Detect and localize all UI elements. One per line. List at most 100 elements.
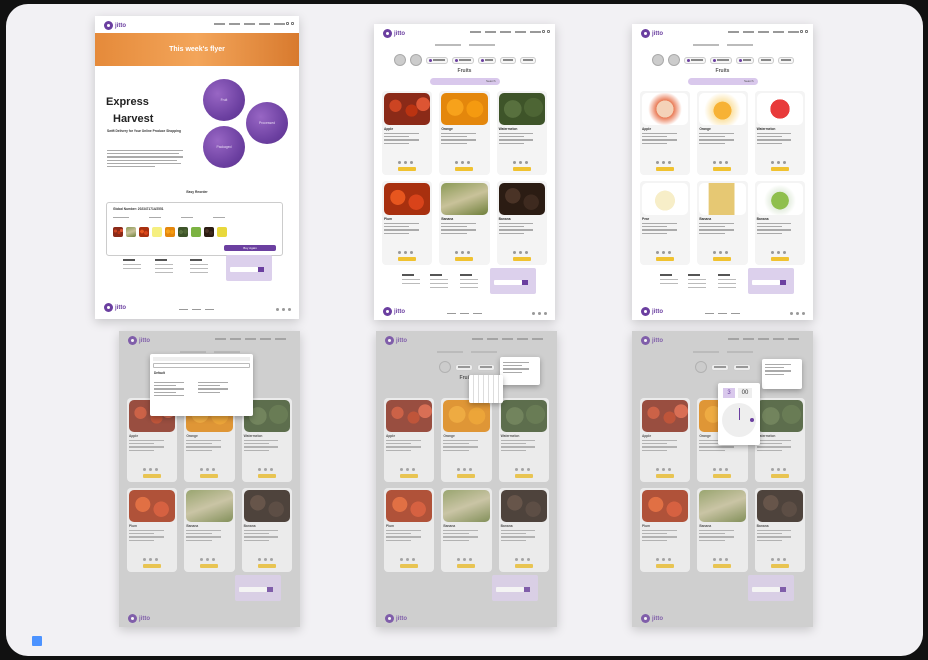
favorite-icon[interactable] xyxy=(770,251,774,254)
search-bar[interactable]: Search xyxy=(687,78,758,85)
product-image[interactable] xyxy=(699,490,746,522)
product-image[interactable] xyxy=(642,183,689,215)
favorite-icon[interactable] xyxy=(713,558,717,561)
product-card[interactable]: Plum xyxy=(382,181,433,265)
info-icon[interactable] xyxy=(412,558,416,561)
share-icon[interactable] xyxy=(520,558,524,561)
product-card[interactable]: Apple xyxy=(640,91,691,175)
cart-icon[interactable] xyxy=(800,30,803,33)
favorite-icon[interactable] xyxy=(512,251,516,254)
favorite-icon[interactable] xyxy=(514,468,518,471)
product-image[interactable] xyxy=(384,93,431,125)
share-icon[interactable] xyxy=(520,468,524,471)
add-to-cart-button[interactable] xyxy=(713,474,732,478)
add-to-cart-button[interactable] xyxy=(656,474,675,478)
share-icon[interactable] xyxy=(662,468,666,471)
share-icon[interactable] xyxy=(463,468,467,471)
product-image[interactable] xyxy=(384,183,431,215)
product-image[interactable] xyxy=(756,183,803,215)
product-image[interactable] xyxy=(186,490,233,522)
share-icon[interactable] xyxy=(149,558,153,561)
bubble-fruit[interactable]: Fruit xyxy=(203,79,245,121)
info-icon[interactable] xyxy=(410,161,414,164)
calendar-popup[interactable] xyxy=(469,375,503,403)
product-card[interactable]: Banana xyxy=(184,488,235,572)
favorite-icon[interactable] xyxy=(398,161,402,164)
info-icon[interactable] xyxy=(782,558,786,561)
favorite-icon[interactable] xyxy=(200,558,204,561)
product-card[interactable]: Orange xyxy=(697,91,748,175)
info-icon[interactable] xyxy=(212,558,216,561)
add-to-cart-button[interactable] xyxy=(400,564,419,568)
product-card[interactable]: Banana xyxy=(496,181,547,265)
favorite-icon[interactable] xyxy=(656,251,660,254)
add-to-cart-button[interactable] xyxy=(512,167,531,171)
info-icon[interactable] xyxy=(269,468,273,471)
product-card[interactable]: Pear xyxy=(640,181,691,265)
info-icon[interactable] xyxy=(668,558,672,561)
product-image[interactable] xyxy=(443,490,490,522)
info-icon[interactable] xyxy=(467,251,471,254)
add-to-cart-button[interactable] xyxy=(770,474,789,478)
product-image[interactable] xyxy=(129,490,176,522)
share-icon[interactable] xyxy=(149,468,153,471)
product-image[interactable] xyxy=(498,93,545,125)
product-card[interactable]: Plum xyxy=(127,488,178,572)
add-to-cart-button[interactable] xyxy=(398,167,417,171)
share-icon[interactable] xyxy=(263,468,267,471)
product-card[interactable]: Banana xyxy=(241,488,292,572)
favorite-icon[interactable] xyxy=(512,161,516,164)
product-card[interactable]: Watermelon xyxy=(754,91,805,175)
address-input[interactable] xyxy=(153,363,250,368)
favorite-icon[interactable] xyxy=(514,558,518,561)
bubble-processed[interactable]: Processed xyxy=(246,102,288,144)
product-card[interactable]: Banana xyxy=(754,488,805,572)
user-icon[interactable] xyxy=(805,30,808,33)
favorite-icon[interactable] xyxy=(257,558,261,561)
product-card[interactable]: Plum xyxy=(384,488,435,572)
info-icon[interactable] xyxy=(269,558,273,561)
info-icon[interactable] xyxy=(410,251,414,254)
info-icon[interactable] xyxy=(526,558,530,561)
favorite-icon[interactable] xyxy=(713,251,717,254)
info-icon[interactable] xyxy=(526,468,530,471)
product-image[interactable] xyxy=(699,183,746,215)
add-to-cart-button[interactable] xyxy=(200,474,219,478)
add-to-cart-button[interactable] xyxy=(713,564,732,568)
share-icon[interactable] xyxy=(662,558,666,561)
favorite-icon[interactable] xyxy=(398,251,402,254)
favorite-icon[interactable] xyxy=(400,468,404,471)
info-icon[interactable] xyxy=(524,161,528,164)
favorite-icon[interactable] xyxy=(143,558,147,561)
newsletter-submit[interactable] xyxy=(258,267,264,272)
info-icon[interactable] xyxy=(155,468,159,471)
cart-icon[interactable] xyxy=(286,22,289,25)
product-image[interactable] xyxy=(756,400,803,432)
favorite-icon[interactable] xyxy=(455,251,459,254)
time-picker-popup[interactable]: 3 00 xyxy=(718,383,760,445)
product-card[interactable]: Banana xyxy=(439,181,490,265)
favorite-icon[interactable] xyxy=(455,161,459,164)
add-to-cart-button[interactable] xyxy=(200,564,219,568)
share-icon[interactable] xyxy=(206,468,210,471)
add-to-cart-button[interactable] xyxy=(512,257,531,261)
info-icon[interactable] xyxy=(668,468,672,471)
bubble-packaged[interactable]: Packaged xyxy=(203,126,245,168)
info-icon[interactable] xyxy=(524,251,528,254)
add-to-cart-button[interactable] xyxy=(514,564,533,568)
newsletter-input[interactable] xyxy=(230,267,258,272)
add-to-cart-button[interactable] xyxy=(455,167,474,171)
favorite-icon[interactable] xyxy=(257,468,261,471)
product-card[interactable]: Plum xyxy=(640,488,691,572)
product-image[interactable] xyxy=(498,183,545,215)
info-icon[interactable] xyxy=(725,468,729,471)
product-card[interactable]: Orange xyxy=(439,91,490,175)
info-icon[interactable] xyxy=(668,161,672,164)
info-icon[interactable] xyxy=(725,161,729,164)
address-popup[interactable]: Default xyxy=(150,354,253,416)
info-icon[interactable] xyxy=(467,161,471,164)
share-icon[interactable] xyxy=(719,161,723,164)
favorite-icon[interactable] xyxy=(770,558,774,561)
share-icon[interactable] xyxy=(263,558,267,561)
favorite-icon[interactable] xyxy=(713,468,717,471)
